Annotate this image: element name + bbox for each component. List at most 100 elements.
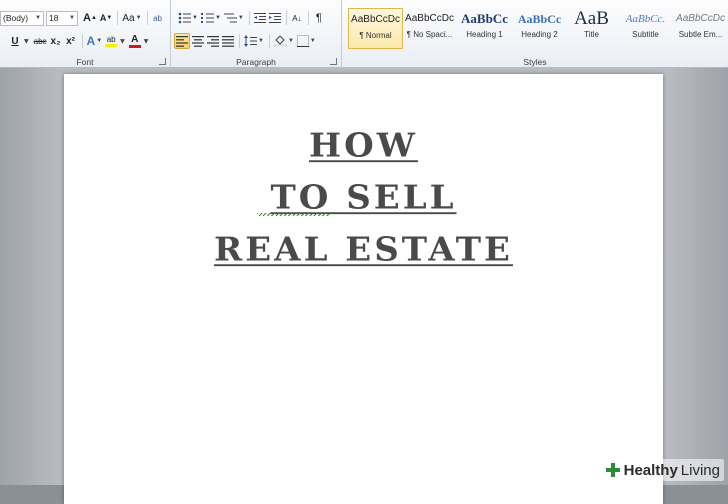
align-center-button[interactable] xyxy=(191,33,205,49)
chevron-down-icon: ▼ xyxy=(309,38,316,44)
style-sample: AaBbCcDc xyxy=(676,13,725,24)
subscript-button[interactable]: x₂ xyxy=(49,33,63,49)
align-center-icon xyxy=(192,35,204,47)
sort-icon: A↓ xyxy=(292,13,302,23)
watermark-word-2: Living xyxy=(680,461,720,479)
font-group-label: Font xyxy=(76,57,94,67)
font-group: (Body) ▼ 18 ▼ A ▲ A ▼ Aa ▼ ab U ▼ abc x₂… xyxy=(0,0,171,68)
justify-icon xyxy=(222,35,234,47)
borders-button[interactable]: ▼ xyxy=(296,33,317,49)
styles-group: AaBbCcDc ¶ Normal AaBbCcDc ¶ No Spaci...… xyxy=(342,0,728,68)
highlight-color-bar xyxy=(105,43,118,47)
chevron-down-icon: ▼ xyxy=(135,15,142,21)
style-name: Subtle Em... xyxy=(678,30,723,39)
bullets-icon xyxy=(178,12,191,24)
decrease-indent-button[interactable] xyxy=(253,10,267,26)
style-name: Subtitle xyxy=(632,30,659,39)
font-size-combo[interactable]: 18 ▼ xyxy=(46,10,78,26)
separator xyxy=(239,34,240,48)
style-no-spacing[interactable]: AaBbCcDc ¶ No Spaci... xyxy=(402,8,457,49)
change-case-icon: Aa xyxy=(122,12,135,24)
multilevel-list-icon xyxy=(223,13,237,23)
paragraph-dialog-launcher-icon[interactable] xyxy=(330,58,337,65)
style-title[interactable]: AaB Title xyxy=(564,8,619,49)
paragraph-group-label: Paragraph xyxy=(236,57,276,67)
superscript-icon: x² xyxy=(66,35,75,47)
watermark-logo: Healthy Living xyxy=(600,459,724,481)
sort-button[interactable]: A↓ xyxy=(290,10,304,26)
font-color-button[interactable]: A xyxy=(128,33,142,49)
style-name: Heading 1 xyxy=(466,30,503,39)
clear-formatting-button[interactable]: ab xyxy=(151,10,165,26)
chevron-down-icon: ▼ xyxy=(214,15,221,21)
plus-leaf-icon xyxy=(605,463,620,477)
chevron-down-icon[interactable]: ▼ xyxy=(24,38,29,45)
numbering-button[interactable]: ▼ xyxy=(200,10,222,26)
document-workspace[interactable]: HOW TO SELL REAL ESTATE Healthy Living xyxy=(0,68,728,504)
line-spacing-icon xyxy=(244,35,257,47)
style-subtitle[interactable]: AaBbCc. Subtitle xyxy=(618,8,673,49)
style-name: ¶ No Spaci... xyxy=(406,30,453,39)
grow-font-button[interactable]: A ▲ xyxy=(82,10,98,26)
decrease-indent-icon xyxy=(253,13,266,23)
separator xyxy=(117,11,119,25)
bullets-button[interactable]: ▼ xyxy=(177,10,199,26)
separator xyxy=(285,11,287,25)
shading-button[interactable]: ▼ xyxy=(273,33,295,49)
separator xyxy=(146,11,148,25)
style-normal[interactable]: AaBbCcDc ¶ Normal xyxy=(348,8,403,49)
chevron-down-icon: ▼ xyxy=(258,38,264,44)
show-hide-button[interactable]: ¶ xyxy=(312,10,326,26)
underline-icon: U xyxy=(11,35,19,47)
style-heading-2[interactable]: AaBbCc Heading 2 xyxy=(512,8,567,49)
font-name-combo[interactable]: (Body) ▼ xyxy=(0,10,44,26)
chevron-down-icon: ▼ xyxy=(287,38,294,44)
ribbon: (Body) ▼ 18 ▼ A ▲ A ▼ Aa ▼ ab U ▼ abc x₂… xyxy=(0,0,728,68)
style-sample: AaBbCc xyxy=(517,12,562,26)
subscript-icon: x₂ xyxy=(50,35,61,47)
text-effects-icon: A xyxy=(86,34,96,48)
style-sample: AaBbCc. xyxy=(625,13,666,25)
align-right-icon xyxy=(207,35,219,47)
style-subtle-emphasis[interactable]: AaBbCcDc Subtle Em... xyxy=(673,8,728,49)
styles-group-label: Styles xyxy=(523,57,547,67)
chevron-down-icon: ▼ xyxy=(96,38,103,44)
font-row-2: U ▼ abc x₂ x² A ▼ ab ▼ A ▼ xyxy=(0,32,170,50)
paragraph-row-1: ▼ ▼ ▼ A↓ ¶ xyxy=(171,9,341,27)
document-page[interactable]: HOW TO SELL REAL ESTATE xyxy=(64,74,663,504)
borders-icon xyxy=(296,35,309,47)
align-right-button[interactable] xyxy=(206,33,220,49)
line-spacing-button[interactable]: ▼ xyxy=(243,33,265,49)
shrink-font-button[interactable]: A ▼ xyxy=(99,10,113,26)
align-left-icon xyxy=(176,35,188,47)
separator xyxy=(248,11,250,25)
highlight-button[interactable]: ab xyxy=(104,33,118,49)
multilevel-list-button[interactable]: ▼ xyxy=(223,10,245,26)
watermark-word-1: Healthy xyxy=(623,461,678,479)
strikethrough-button[interactable]: abc xyxy=(33,33,48,49)
style-sample: AaB xyxy=(574,8,609,29)
text-effects-button[interactable]: A ▼ xyxy=(86,33,104,49)
font-dialog-launcher-icon[interactable] xyxy=(159,58,166,65)
increase-indent-button[interactable] xyxy=(268,10,282,26)
title-line-3[interactable]: REAL ESTATE xyxy=(64,231,663,269)
style-sample: AaBbCcDc xyxy=(405,13,454,24)
change-case-button[interactable]: Aa ▼ xyxy=(121,10,142,26)
numbering-icon xyxy=(200,13,214,23)
chevron-down-icon[interactable]: ▼ xyxy=(120,38,125,45)
style-heading-1[interactable]: AaBbCc Heading 1 xyxy=(457,8,512,49)
title-line-2[interactable]: TO SELL xyxy=(64,179,663,217)
superscript-button[interactable]: x² xyxy=(64,33,78,49)
separator xyxy=(81,34,83,48)
font-size-value: 18 xyxy=(49,13,59,23)
clear-formatting-icon: ab xyxy=(153,13,162,23)
underline-button[interactable]: U xyxy=(8,33,22,49)
title-text: TO SELL xyxy=(270,179,457,217)
justify-button[interactable] xyxy=(221,33,235,49)
align-left-button[interactable] xyxy=(174,33,190,49)
paragraph-row-2: ▼ ▼ ▼ xyxy=(171,32,341,50)
paint-bucket-icon xyxy=(273,35,287,47)
title-line-1[interactable]: HOW xyxy=(64,127,663,165)
style-name: Title xyxy=(584,30,599,39)
chevron-down-icon[interactable]: ▼ xyxy=(144,38,149,45)
